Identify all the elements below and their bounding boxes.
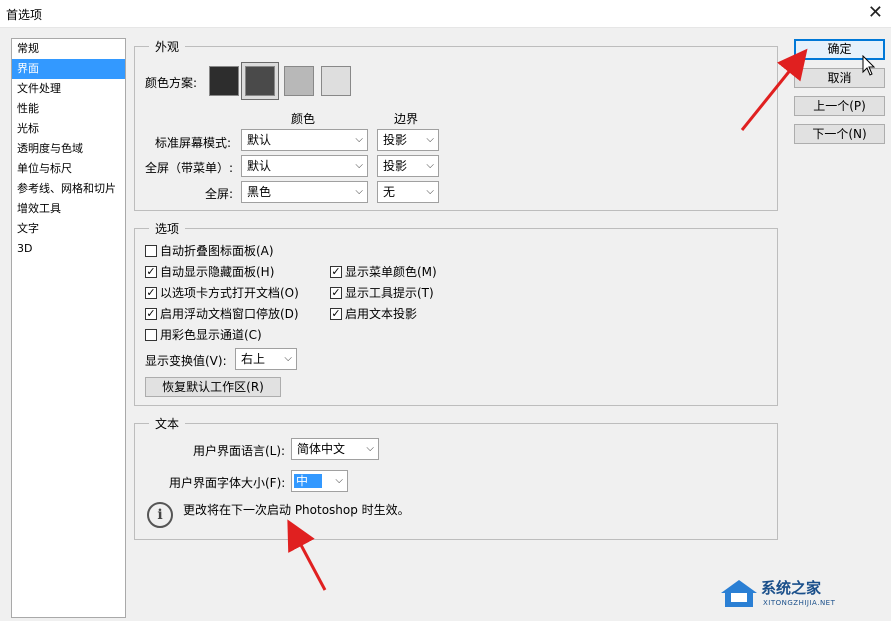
standard-screen-label: 标准屏幕模式: bbox=[155, 136, 232, 150]
transform-values-label: 显示变换值(V): bbox=[145, 354, 227, 368]
sidebar-item-type[interactable]: 文字 bbox=[12, 219, 125, 239]
reset-workspace-button[interactable]: 恢复默认工作区(R) bbox=[145, 377, 281, 397]
checkbox-auto-show-hidden-panels[interactable]: ✓ 自动显示隐藏面板(H) bbox=[145, 263, 274, 280]
sidebar-item-interface[interactable]: 界面 bbox=[12, 59, 125, 79]
fullscreen-color-select[interactable]: 黑色 ⌵ bbox=[241, 181, 368, 203]
color-scheme-swatch-1[interactable] bbox=[209, 66, 239, 96]
house-logo-icon bbox=[721, 580, 757, 607]
site-watermark: 系统之家 XITONGZHIJIA.NET bbox=[719, 575, 879, 615]
category-list[interactable]: 常规 界面 文件处理 性能 光标 透明度与色域 单位与标尺 参考线、网格和切片 … bbox=[11, 38, 126, 618]
sidebar-item-plugins[interactable]: 增效工具 bbox=[12, 199, 125, 219]
sidebar-item-general[interactable]: 常规 bbox=[12, 39, 125, 59]
sidebar-item-performance[interactable]: 性能 bbox=[12, 99, 125, 119]
checkmark-icon[interactable]: ✓ bbox=[145, 265, 157, 278]
transform-values-select[interactable]: 右上 ⌵ bbox=[235, 348, 297, 370]
checkbox-open-documents-as-tabs[interactable]: ✓ 以选项卡方式打开文档(O) bbox=[145, 284, 299, 301]
close-icon[interactable]: ✕ bbox=[868, 3, 883, 23]
chevron-down-icon: ⌵ bbox=[355, 186, 363, 197]
column-header-border: 边界 bbox=[394, 112, 419, 126]
chevron-down-icon: ⌵ bbox=[355, 160, 363, 171]
chevron-down-icon: ⌵ bbox=[355, 134, 363, 145]
info-icon: i bbox=[147, 502, 173, 528]
column-header-color: 颜色 bbox=[291, 112, 316, 126]
ui-font-size-select[interactable]: 中 ⌵ bbox=[291, 470, 348, 492]
previous-button[interactable]: 上一个(P) bbox=[794, 96, 885, 116]
ui-language-select[interactable]: 简体中文 ⌵ bbox=[291, 438, 379, 460]
fullscreen-menu-label: 全屏（带菜单）: bbox=[145, 161, 234, 175]
restart-notice: 更改将在下一次启动 Photoshop 时生效。 bbox=[183, 503, 410, 517]
text-group: 文本 用户界面语言(L): 简体中文 ⌵ 用户界面字体大小(F): 中 ⌵ i 更… bbox=[134, 415, 778, 540]
checkbox-show-tool-tips[interactable]: ✓ 显示工具提示(T) bbox=[330, 284, 434, 301]
chevron-down-icon: ⌵ bbox=[366, 443, 374, 454]
appearance-legend: 外观 bbox=[149, 38, 186, 55]
chevron-down-icon: ⌵ bbox=[426, 186, 434, 197]
color-scheme-label: 颜色方案: bbox=[145, 76, 198, 90]
standard-screen-color-select[interactable]: 默认 ⌵ bbox=[241, 129, 368, 151]
sidebar-item-transparency-gamut[interactable]: 透明度与色域 bbox=[12, 139, 125, 159]
checkbox-box[interactable] bbox=[145, 328, 157, 341]
checkbox-enable-text-drop-shadows[interactable]: ✓ 启用文本投影 bbox=[330, 305, 417, 322]
checkbox-auto-collapse-icon-panels[interactable]: 自动折叠图标面板(A) bbox=[145, 242, 274, 259]
color-scheme-swatch-2-selected[interactable] bbox=[241, 62, 279, 100]
checkbox-show-menu-colors[interactable]: ✓ 显示菜单颜色(M) bbox=[330, 263, 437, 280]
sidebar-item-guides-grid-slices[interactable]: 参考线、网格和切片 bbox=[12, 179, 125, 199]
chevron-down-icon: ⌵ bbox=[426, 160, 434, 171]
chevron-down-icon: ⌵ bbox=[284, 353, 292, 364]
ui-language-label: 用户界面语言(L): bbox=[193, 444, 286, 458]
sidebar-item-cursors[interactable]: 光标 bbox=[12, 119, 125, 139]
appearance-group: 外观 颜色方案: 颜色 边界 标准屏幕模式: 默认 ⌵ 投影 ⌵ 全屏（带菜单）: … bbox=[134, 38, 778, 211]
next-button[interactable]: 下一个(N) bbox=[794, 124, 885, 144]
title-bar: 首选项 ✕ bbox=[0, 0, 891, 28]
fullscreen-menu-color-select[interactable]: 默认 ⌵ bbox=[241, 155, 368, 177]
color-scheme-swatch-4[interactable] bbox=[321, 66, 351, 96]
fullscreen-menu-border-select[interactable]: 投影 ⌵ bbox=[377, 155, 439, 177]
sidebar-item-units-rulers[interactable]: 单位与标尺 bbox=[12, 159, 125, 179]
chevron-down-icon: ⌵ bbox=[335, 475, 343, 486]
watermark-title: 系统之家 bbox=[761, 579, 822, 597]
ui-font-size-label: 用户界面字体大小(F): bbox=[169, 476, 286, 490]
sidebar-item-file-handling[interactable]: 文件处理 bbox=[12, 79, 125, 99]
text-legend: 文本 bbox=[149, 415, 186, 432]
chevron-down-icon: ⌵ bbox=[426, 134, 434, 145]
options-group: 选项 自动折叠图标面板(A) ✓ 自动显示隐藏面板(H) ✓ 以选项卡方式打开文档(… bbox=[134, 220, 778, 406]
checkmark-icon[interactable]: ✓ bbox=[330, 307, 342, 320]
mouse-cursor-icon bbox=[862, 55, 876, 76]
window-title: 首选项 bbox=[6, 8, 43, 22]
standard-screen-border-select[interactable]: 投影 ⌵ bbox=[377, 129, 439, 151]
watermark-subtitle: XITONGZHIJIA.NET bbox=[763, 599, 836, 607]
color-scheme-swatch-3[interactable] bbox=[284, 66, 314, 96]
fullscreen-label: 全屏: bbox=[205, 187, 234, 201]
fullscreen-border-select[interactable]: 无 ⌵ bbox=[377, 181, 439, 203]
checkmark-icon[interactable]: ✓ bbox=[330, 286, 342, 299]
checkmark-icon[interactable]: ✓ bbox=[330, 265, 342, 278]
sidebar-item-3d[interactable]: 3D bbox=[12, 239, 125, 259]
checkbox-box[interactable] bbox=[145, 244, 157, 257]
checkmark-icon[interactable]: ✓ bbox=[145, 286, 157, 299]
checkbox-enable-floating-docking[interactable]: ✓ 启用浮动文档窗口停放(D) bbox=[145, 305, 299, 322]
color-scheme-swatch-2[interactable] bbox=[245, 66, 275, 96]
options-legend: 选项 bbox=[149, 220, 186, 237]
checkbox-show-channels-in-color[interactable]: 用彩色显示通道(C) bbox=[145, 326, 262, 343]
checkmark-icon[interactable]: ✓ bbox=[145, 307, 157, 320]
